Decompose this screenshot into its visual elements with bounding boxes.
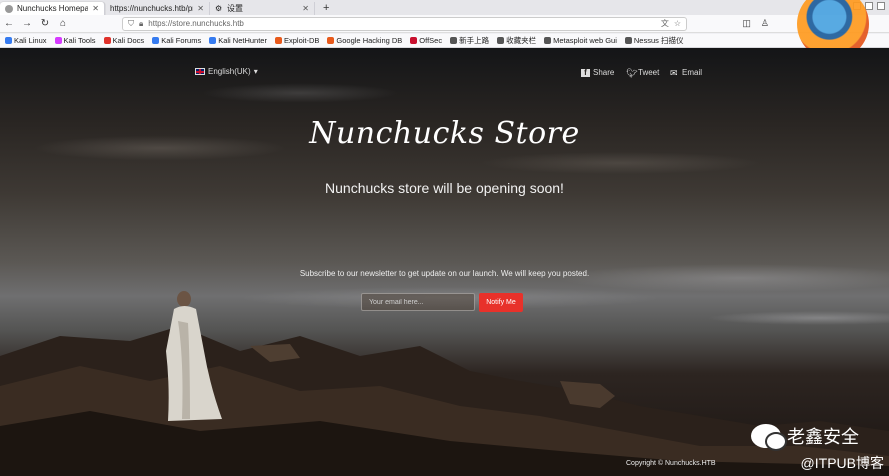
new-tab-button[interactable]: + — [315, 2, 337, 15]
watermark-title: 老鑫安全 — [787, 427, 859, 448]
share-label: Share — [593, 68, 615, 77]
tab-nunchucks-homepage[interactable]: Nunchucks Homepage ✕ — [0, 2, 105, 15]
back-button[interactable]: ← — [0, 18, 18, 29]
bookmark-item[interactable]: Google Hacking DB — [327, 36, 402, 45]
gear-icon: ⚙ — [215, 3, 223, 13]
tab-label: Nunchucks Homepage — [17, 4, 89, 13]
wechat-icon — [751, 424, 787, 451]
envelope-icon: ✉ — [670, 67, 678, 78]
close-tab-icon[interactable]: ✕ — [197, 4, 204, 13]
bookmark-label: Exploit-DB — [283, 36, 320, 45]
home-button[interactable]: ⌂ — [54, 18, 72, 29]
mountain-rocks-image — [0, 326, 889, 476]
bookmark-item[interactable]: Metasploit web Gui — [544, 36, 617, 45]
bookmark-favicon-icon — [450, 37, 458, 44]
watermark-subtitle: @ITPUB博客 — [800, 455, 884, 471]
bookmark-label: Nessus 扫描仪 — [633, 36, 684, 45]
bookmark-favicon-icon — [274, 37, 282, 44]
forward-button[interactable]: → — [18, 18, 36, 29]
bookmark-label: Kali Tools — [63, 36, 96, 45]
uk-flag-icon — [195, 68, 205, 75]
share-link[interactable]: f Share — [581, 68, 614, 77]
bookmark-favicon-icon — [209, 37, 217, 44]
caret-down-icon: ▾ — [253, 67, 258, 76]
bookmark-favicon-icon — [624, 37, 632, 44]
robed-figure-image — [166, 291, 222, 421]
bookmark-favicon-icon — [103, 37, 111, 44]
copyright-text: Copyright © Nunchucks.HTB — [626, 460, 716, 467]
bookmark-item[interactable]: 新手上路 — [450, 35, 489, 46]
lock-icon: 🔒︎ — [139, 18, 144, 28]
bookmark-item[interactable]: Kali Forums — [152, 36, 201, 45]
twitter-icon: 🐦︎ — [626, 67, 638, 78]
account-icon[interactable]: ♙ — [761, 18, 769, 29]
bookmark-label: Kali Linux — [14, 36, 47, 45]
bookmarks-bar: Kali Linux Kali Tools Kali Docs Kali Forums… — [0, 34, 889, 48]
language-label: English(UK) — [208, 67, 251, 76]
close-window-button[interactable] — [877, 2, 885, 10]
tweet-label: Tweet — [638, 68, 660, 77]
bookmark-item[interactable]: 收藏夹栏 — [497, 35, 536, 46]
bookmark-favicon-icon — [544, 37, 552, 44]
bookmark-label: Kali NetHunter — [218, 36, 267, 45]
pocket-icon[interactable]: ◫ — [742, 18, 751, 29]
bookmark-item[interactable]: OffSec — [410, 36, 442, 45]
bookmark-item[interactable]: Kali Docs — [103, 36, 145, 45]
translate-icon[interactable]: 文 — [661, 18, 669, 29]
facebook-icon: f — [581, 68, 590, 77]
bookmark-label: 新手上路 — [459, 36, 490, 45]
bookmark-item[interactable]: Kali NetHunter — [209, 36, 267, 45]
shield-icon: ⛉ — [128, 18, 134, 28]
url-text[interactable]: https://store.nunchucks.htb — [148, 19, 656, 28]
nunchucks-favicon-icon — [5, 4, 13, 13]
watermark: 老鑫安全 — [751, 423, 859, 451]
reload-button[interactable]: ↻ — [36, 18, 54, 29]
maximize-button[interactable] — [865, 2, 873, 10]
language-selector[interactable]: English(UK) ▾ — [195, 67, 258, 76]
notify-me-button[interactable]: Notify Me — [479, 293, 523, 312]
tab-label: 设置 — [227, 4, 243, 13]
navigation-bar: ← → ↻ ⌂ ⛉ 🔒︎ https://store.nunchucks.htb… — [0, 15, 889, 33]
bookmark-favicon-icon — [152, 37, 160, 44]
bookmark-label: Metasploit web Gui — [553, 36, 617, 45]
bookmark-favicon-icon — [54, 37, 62, 44]
web-page: English(UK) ▾ f Share 🐦︎ Tweet ✉ Email N… — [0, 48, 889, 476]
tab-privacy[interactable]: https://nunchucks.htb/privac ✕ — [105, 2, 210, 15]
bookmark-favicon-icon — [497, 37, 505, 44]
email-input[interactable] — [361, 293, 475, 311]
bookmark-label: 收藏夹栏 — [506, 36, 537, 45]
email-link-label: Email — [682, 68, 703, 77]
bookmark-label: Kali Forums — [161, 36, 202, 45]
newsletter-text: Subscribe to our newsletter to get updat… — [299, 269, 590, 278]
bookmark-item[interactable]: Kali Tools — [54, 36, 96, 45]
bookmark-favicon-icon — [410, 37, 418, 44]
bookmark-item[interactable]: Exploit-DB — [274, 36, 320, 45]
bookmark-favicon-icon — [327, 37, 335, 44]
bookmark-label: OffSec — [419, 36, 443, 45]
page-title: Nunchucks Store — [309, 116, 580, 151]
page-subtitle: Nunchucks store will be opening soon! — [325, 180, 564, 196]
tweet-link[interactable]: 🐦︎ Tweet — [626, 68, 659, 77]
bookmark-item[interactable]: Nessus 扫描仪 — [624, 35, 684, 46]
bookmark-label: Google Hacking DB — [336, 36, 403, 45]
tab-bar: Nunchucks Homepage ✕ https://nunchucks.h… — [0, 0, 889, 15]
bookmark-label: Kali Docs — [112, 36, 145, 45]
bookmark-star-icon[interactable]: ☆ — [674, 19, 681, 28]
tab-label: https://nunchucks.htb/privac — [110, 4, 193, 13]
bookmark-favicon-icon — [5, 37, 12, 44]
address-bar[interactable]: ⛉ 🔒︎ https://store.nunchucks.htb 文 ☆ — [122, 16, 687, 31]
bookmark-item[interactable]: Kali Linux — [5, 36, 47, 45]
tab-settings[interactable]: ⚙ 设置 ✕ — [210, 2, 315, 15]
close-tab-icon[interactable]: ✕ — [92, 4, 99, 13]
close-tab-icon[interactable]: ✕ — [302, 4, 309, 13]
email-link[interactable]: ✉ Email — [670, 68, 702, 77]
